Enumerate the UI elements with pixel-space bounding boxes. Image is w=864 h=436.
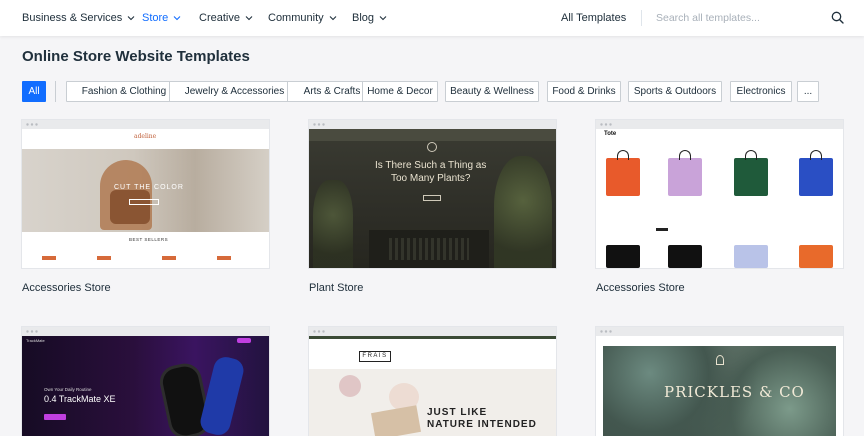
preview-brand: PRICKLES & CO <box>664 383 805 401</box>
nav-item-label: Blog <box>352 12 375 24</box>
top-nav: Business & Services Store Creative Commu… <box>0 0 864 36</box>
preview-brand: FRAIS <box>359 351 391 362</box>
nav-item-store[interactable]: Store <box>142 0 181 36</box>
search-icon[interactable] <box>831 11 844 24</box>
all-templates-link[interactable]: All Templates <box>561 0 626 36</box>
template-thumbnail[interactable]: PRICKLES & CO <box>596 327 843 436</box>
nav-divider <box>641 10 642 26</box>
chevron-down-icon <box>379 16 387 21</box>
template-name[interactable]: Plant Store <box>309 282 363 294</box>
filter-chip-all[interactable]: All <box>22 81 46 102</box>
template-card[interactable]: Is There Such a Thing as Too Many Plants… <box>309 120 556 294</box>
preview-brand: TrackMate <box>26 338 45 343</box>
template-card[interactable]: Tote Accessories Store <box>596 120 843 294</box>
search-input[interactable] <box>656 9 820 27</box>
filter-chip-electronics[interactable]: Electronics <box>730 81 792 102</box>
preview-brand: adeline <box>134 133 157 140</box>
preview-brand: Tote <box>604 131 617 137</box>
template-card[interactable]: TrackMate Own Your Daily Routine 0.4 Tra… <box>22 327 269 436</box>
nav-item-business-services[interactable]: Business & Services <box>22 0 135 36</box>
preview-headline-2: Too Many Plants? <box>391 173 471 184</box>
filter-chip-more[interactable]: ... <box>797 81 819 102</box>
browser-bar <box>22 120 269 129</box>
nav-item-label: Community <box>268 12 324 24</box>
nav-item-creative[interactable]: Creative <box>199 0 253 36</box>
nav-item-label: Business & Services <box>22 12 123 24</box>
template-thumbnail[interactable]: TrackMate Own Your Daily Routine 0.4 Tra… <box>22 327 269 436</box>
preview-sub: Own Your Daily Routine <box>44 387 92 392</box>
preview-headline-1: JUST LIKE <box>427 407 488 418</box>
filter-chip-fashion-clothing[interactable]: Fashion & Clothing <box>66 81 182 102</box>
template-thumbnail[interactable]: Is There Such a Thing as Too Many Plants… <box>309 120 556 268</box>
nav-item-label: Creative <box>199 12 240 24</box>
chevron-down-icon <box>329 16 337 21</box>
template-card[interactable]: FRAIS JUST LIKE NATURE INTENDED <box>309 327 556 436</box>
preview-headline: CUT THE COLOR <box>114 184 184 191</box>
filter-chip-beauty-wellness[interactable]: Beauty & Wellness <box>445 81 539 102</box>
filter-chip-jewelry-accessories[interactable]: Jewelry & Accessories <box>169 81 300 102</box>
template-thumbnail[interactable]: FRAIS JUST LIKE NATURE INTENDED <box>309 327 556 436</box>
template-name[interactable]: Accessories Store <box>22 282 111 294</box>
nav-item-blog[interactable]: Blog <box>352 0 387 36</box>
template-name[interactable]: Accessories Store <box>596 282 685 294</box>
filter-divider <box>55 81 56 102</box>
template-card[interactable]: adeline CUT THE COLOR BEST SELLERS Acces… <box>22 120 269 294</box>
window-dots-icon <box>26 123 38 126</box>
browser-bar <box>309 327 556 336</box>
nav-item-community[interactable]: Community <box>268 0 337 36</box>
filter-chip-food-drinks[interactable]: Food & Drinks <box>547 81 621 102</box>
template-thumbnail[interactable]: Tote <box>596 120 843 268</box>
window-dots-icon <box>313 123 325 126</box>
window-dots-icon <box>26 330 38 333</box>
template-thumbnail[interactable]: adeline CUT THE COLOR BEST SELLERS <box>22 120 269 268</box>
nav-item-label: Store <box>142 12 169 24</box>
browser-bar <box>596 327 843 336</box>
preview-headline-2: NATURE INTENDED <box>427 419 537 430</box>
page-title: Online Store Website Templates <box>22 48 250 65</box>
browser-bar <box>22 327 269 336</box>
window-dots-icon <box>600 123 612 126</box>
preview-section: BEST SELLERS <box>129 237 169 242</box>
template-card[interactable]: PRICKLES & CO <box>596 327 843 436</box>
window-dots-icon <box>600 330 612 333</box>
browser-bar <box>596 120 843 129</box>
chevron-down-icon <box>245 16 253 21</box>
window-dots-icon <box>313 330 325 333</box>
chevron-down-icon <box>127 16 135 21</box>
preview-headline: 0.4 TrackMate XE <box>44 394 116 404</box>
preview-headline-1: Is There Such a Thing as <box>375 160 487 171</box>
chevron-down-icon <box>173 16 181 21</box>
filter-chip-home-decor[interactable]: Home & Decor <box>362 81 438 102</box>
filter-chip-sports-outdoors[interactable]: Sports & Outdoors <box>628 81 722 102</box>
browser-bar <box>309 120 556 129</box>
